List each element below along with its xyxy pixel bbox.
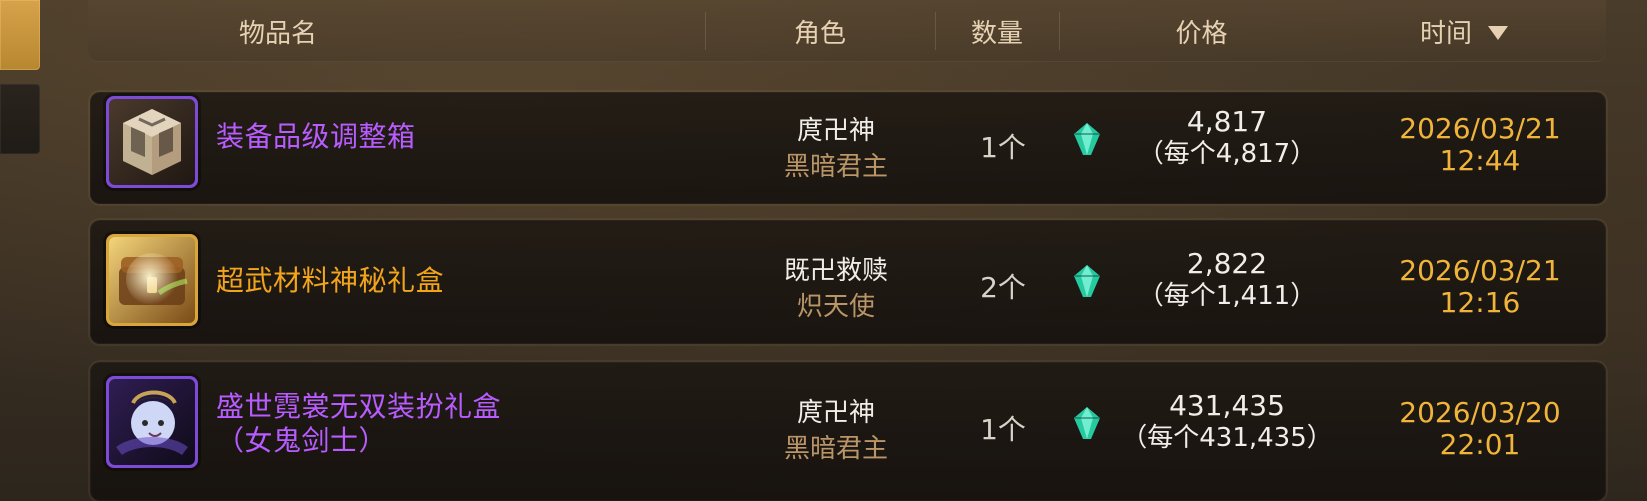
- table-row[interactable]: 盛世霓裳无双装扮礼盒 （女鬼剑士） 庹卍神 黑暗君主 1个 431,435 （每…: [90, 362, 1606, 501]
- price-total: 2,822: [1186, 247, 1268, 280]
- quantity: 1个: [980, 131, 1026, 164]
- time-date: 2026/03/21: [1399, 112, 1561, 145]
- role-name: 既卍救赎: [783, 256, 888, 286]
- price-total: 4,817: [1186, 105, 1268, 138]
- role-class: 黑暗君主: [783, 152, 888, 182]
- item-icon-frame: [106, 376, 198, 468]
- header-time[interactable]: 时间: [1344, 0, 1584, 62]
- header-item-label: 物品名: [238, 18, 317, 49]
- price-total: 431,435: [1169, 389, 1285, 422]
- header-item-name: 物品名: [88, 0, 468, 62]
- treasure-chest-icon: [109, 237, 195, 323]
- item-name-line2: （女鬼剑士）: [216, 424, 388, 457]
- header-price-label: 价格: [1175, 18, 1228, 49]
- header-role: 角色: [705, 0, 935, 62]
- header-price: 价格: [1059, 0, 1344, 62]
- item-name[interactable]: 盛世霓裳无双装扮礼盒 （女鬼剑士）: [216, 390, 501, 458]
- price-per-unit: （每个431,435）: [1121, 423, 1333, 453]
- item-name-line1: 盛世霓裳无双装扮礼盒: [216, 390, 502, 423]
- header-quantity-label: 数量: [970, 18, 1023, 49]
- item-name[interactable]: 超武材料神秘礼盒: [216, 264, 444, 298]
- table-header: 物品名 角色 数量 价格 时间: [88, 0, 1606, 62]
- time-clock: 22:01: [1439, 428, 1521, 461]
- time-date: 2026/03/20: [1399, 396, 1561, 429]
- quantity: 2个: [980, 271, 1026, 304]
- left-tab-active[interactable]: [0, 0, 40, 70]
- role-name: 庹卍神: [796, 116, 875, 146]
- item-icon-frame: [106, 234, 198, 326]
- cube-box-icon: [109, 99, 195, 185]
- header-role-label: 角色: [793, 18, 846, 49]
- header-time-label: 时间: [1419, 18, 1472, 49]
- item-name-line1: 超武材料神秘礼盒: [216, 264, 445, 297]
- table-row[interactable]: 装备品级调整箱 庹卍神 黑暗君主 1个 4,817 （每个4,817） 2026…: [90, 92, 1606, 204]
- item-name-line1: 装备品级调整箱: [216, 120, 416, 153]
- price-per-unit: （每个1,411）: [1137, 281, 1317, 311]
- header-quantity: 数量: [935, 0, 1059, 62]
- role-name: 庹卍神: [796, 398, 875, 428]
- role-class: 炽天使: [796, 292, 875, 322]
- item-icon-frame: [106, 96, 198, 188]
- left-tab[interactable]: [0, 84, 40, 154]
- price-per-unit: （每个4,817）: [1137, 139, 1317, 169]
- role-class: 黑暗君主: [783, 434, 888, 464]
- time-clock: 12:16: [1439, 286, 1521, 319]
- time-clock: 12:44: [1439, 144, 1521, 177]
- quantity: 1个: [980, 413, 1026, 446]
- table-row[interactable]: 超武材料神秘礼盒 既卍救赎 炽天使 2个 2,822 （每个1,411） 202…: [90, 220, 1606, 344]
- character-portrait-icon: [109, 379, 195, 465]
- time-date: 2026/03/21: [1399, 254, 1561, 287]
- item-name[interactable]: 装备品级调整箱: [216, 120, 416, 154]
- sort-desc-icon[interactable]: [1488, 26, 1508, 40]
